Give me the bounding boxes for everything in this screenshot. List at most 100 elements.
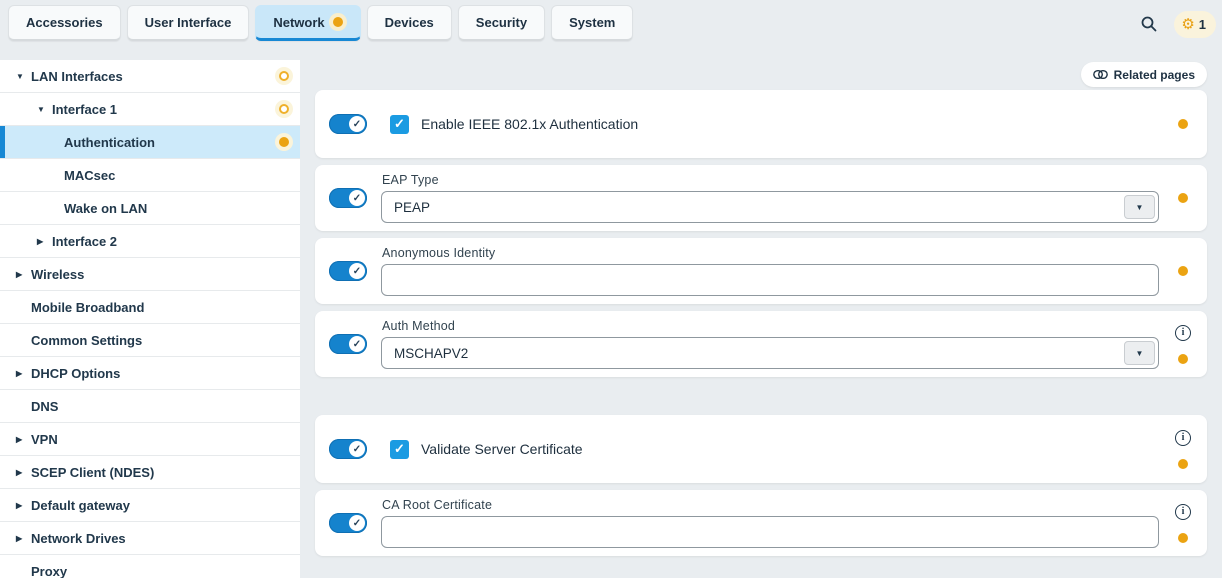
tab-user-interface[interactable]: User Interface: [127, 5, 250, 41]
settings-tree-sidebar: LAN Interfaces Interface 1 Authenticatio…: [0, 60, 300, 578]
card-status-column: [1159, 415, 1207, 483]
sidebar-item-label: Authentication: [64, 135, 155, 150]
sidebar-item-label: Proxy: [31, 564, 67, 578]
toggle-knob-check-icon: [349, 116, 365, 132]
anonymous-identity-toggle[interactable]: [329, 261, 367, 281]
modified-dot: [1178, 266, 1188, 276]
tab-label: Devices: [385, 15, 434, 30]
field-label: Auth Method: [382, 319, 1159, 333]
eap-type-select[interactable]: PEAP: [381, 191, 1159, 223]
link-icon: [1093, 69, 1108, 80]
sidebar-item-label: Mobile Broadband: [31, 300, 144, 315]
chevron-right-icon[interactable]: [16, 501, 31, 510]
enable-8021x-checkbox[interactable]: [390, 115, 409, 134]
eap-type-toggle[interactable]: [329, 188, 367, 208]
enable-8021x-toggle[interactable]: [329, 114, 367, 134]
toggle-column: [315, 311, 381, 377]
info-icon[interactable]: [1175, 504, 1191, 520]
card-content: Anonymous Identity: [381, 238, 1159, 304]
sidebar-item-label: DNS: [31, 399, 58, 414]
modified-dot: [333, 17, 343, 27]
dropdown-arrow-icon[interactable]: [1124, 195, 1155, 219]
setting-cards: Enable IEEE 802.1x Authentication EAP Ty…: [315, 90, 1207, 563]
toggle-column: [315, 238, 381, 304]
related-pages-button[interactable]: Related pages: [1081, 62, 1207, 87]
tab-security[interactable]: Security: [458, 5, 545, 41]
card-status-column: [1159, 490, 1207, 556]
chevron-down-icon[interactable]: [16, 72, 31, 81]
sidebar-item-dhcp-options[interactable]: DHCP Options: [0, 357, 300, 390]
sidebar-item-vpn[interactable]: VPN: [0, 423, 300, 456]
tab-devices[interactable]: Devices: [367, 5, 452, 41]
pending-changes-badge[interactable]: ⚙ 1: [1174, 11, 1216, 38]
card-ca-root-certificate: CA Root Certificate: [315, 490, 1207, 556]
card-content: Auth Method MSCHAPV2: [381, 311, 1159, 377]
related-pages-label: Related pages: [1114, 68, 1195, 82]
toggle-column: [315, 415, 381, 483]
sidebar-item-lan-interfaces[interactable]: LAN Interfaces: [0, 60, 300, 93]
ca-root-certificate-input[interactable]: [381, 516, 1159, 548]
card-status-column: [1159, 165, 1207, 231]
ca-root-certificate-toggle[interactable]: [329, 513, 367, 533]
tab-system[interactable]: System: [551, 5, 633, 41]
chevron-right-icon[interactable]: [16, 534, 31, 543]
chevron-right-icon[interactable]: [16, 468, 31, 477]
sidebar-item-proxy[interactable]: Proxy: [0, 555, 300, 578]
sidebar-item-wake-on-lan[interactable]: Wake on LAN: [0, 192, 300, 225]
info-icon[interactable]: [1175, 325, 1191, 341]
tab-label: User Interface: [145, 15, 232, 30]
tab-network[interactable]: Network: [255, 5, 360, 41]
toggle-knob-check-icon: [349, 263, 365, 279]
chevron-right-icon[interactable]: [37, 237, 52, 246]
tab-label: Network: [273, 15, 324, 30]
toggle-column: [315, 90, 381, 158]
anonymous-identity-input[interactable]: [381, 264, 1159, 296]
sidebar-item-macsec[interactable]: MACsec: [0, 159, 300, 192]
tab-accessories[interactable]: Accessories: [8, 5, 121, 41]
auth-method-toggle[interactable]: [329, 334, 367, 354]
sidebar-item-label: MACsec: [64, 168, 115, 183]
sidebar-item-wireless[interactable]: Wireless: [0, 258, 300, 291]
selected-value: PEAP: [394, 200, 430, 215]
modified-child-indicator: [279, 71, 289, 81]
chevron-right-icon[interactable]: [16, 369, 31, 378]
checkbox-label: Enable IEEE 802.1x Authentication: [421, 116, 638, 132]
toggle-knob-check-icon: [349, 336, 365, 352]
sidebar-item-dns[interactable]: DNS: [0, 390, 300, 423]
tab-label: Security: [476, 15, 527, 30]
sidebar-item-label: Interface 2: [52, 234, 117, 249]
search-icon[interactable]: [1138, 13, 1160, 35]
validate-server-certificate-checkbox[interactable]: [390, 440, 409, 459]
pending-changes-count: 1: [1199, 17, 1206, 32]
sidebar-item-mobile-broadband[interactable]: Mobile Broadband: [0, 291, 300, 324]
sidebar-item-authentication[interactable]: Authentication: [0, 126, 300, 159]
field-label: Anonymous Identity: [382, 246, 1159, 260]
chevron-right-icon[interactable]: [16, 435, 31, 444]
card-status-column: [1159, 311, 1207, 377]
sidebar-item-network-drives[interactable]: Network Drives: [0, 522, 300, 555]
toggle-knob-check-icon: [349, 441, 365, 457]
sidebar-item-label: Network Drives: [31, 531, 126, 546]
sidebar-item-label: SCEP Client (NDES): [31, 465, 154, 480]
field-label: EAP Type: [382, 173, 1159, 187]
checkbox-label: Validate Server Certificate: [421, 441, 583, 457]
top-tab-bar: Accessories User Interface Network Devic…: [0, 0, 1222, 46]
card-content: CA Root Certificate: [381, 490, 1159, 556]
tab-list: Accessories User Interface Network Devic…: [0, 0, 1222, 41]
sidebar-item-interface-1[interactable]: Interface 1: [0, 93, 300, 126]
auth-method-select[interactable]: MSCHAPV2: [381, 337, 1159, 369]
validate-server-certificate-toggle[interactable]: [329, 439, 367, 459]
card-status-column: [1159, 90, 1207, 158]
info-icon[interactable]: [1175, 430, 1191, 446]
card-status-column: [1159, 238, 1207, 304]
modified-indicator: [279, 137, 289, 147]
card-auth-method: Auth Method MSCHAPV2: [315, 311, 1207, 377]
sidebar-item-scep-client-ndes[interactable]: SCEP Client (NDES): [0, 456, 300, 489]
sidebar-item-common-settings[interactable]: Common Settings: [0, 324, 300, 357]
chevron-right-icon[interactable]: [16, 270, 31, 279]
sidebar-item-interface-2[interactable]: Interface 2: [0, 225, 300, 258]
dropdown-arrow-icon[interactable]: [1124, 341, 1155, 365]
modified-dot: [1178, 354, 1188, 364]
sidebar-item-default-gateway[interactable]: Default gateway: [0, 489, 300, 522]
chevron-down-icon[interactable]: [37, 105, 52, 114]
